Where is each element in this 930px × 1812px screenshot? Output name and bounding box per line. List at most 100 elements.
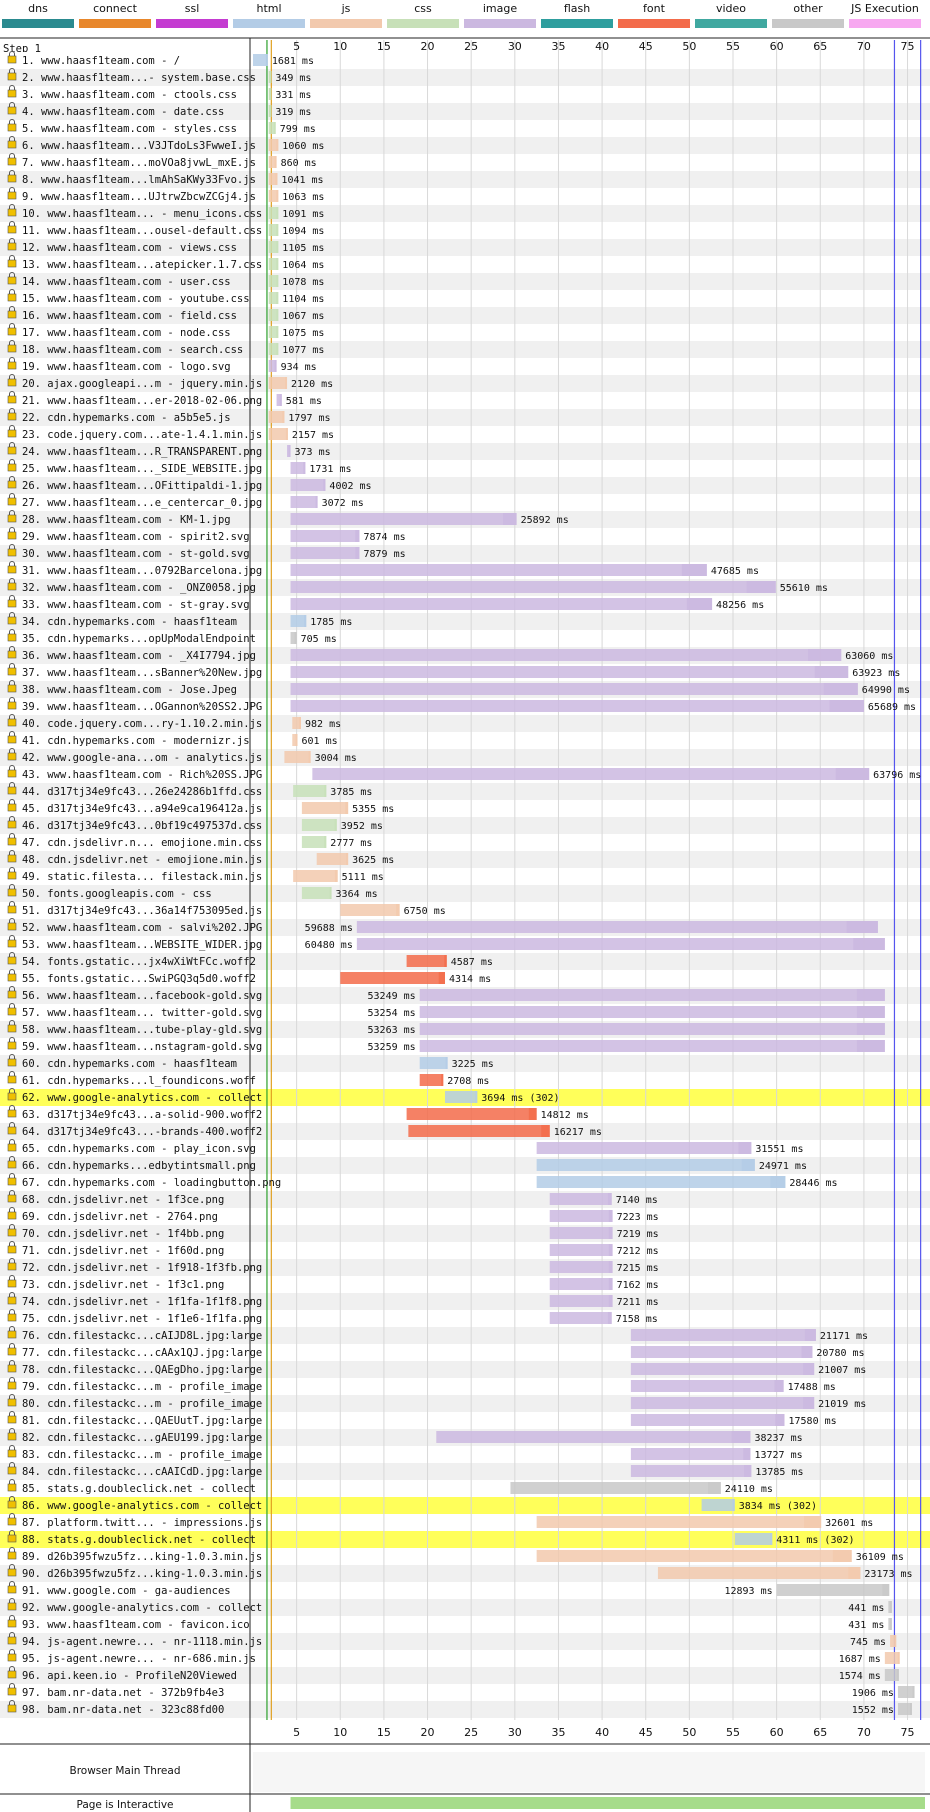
duration-label: 373 ms — [295, 447, 331, 458]
tick-label-top: 65 — [813, 40, 827, 53]
tick-label-top: 60 — [770, 40, 784, 53]
duration-label: 7211 ms — [617, 1297, 659, 1308]
tick-label-bottom: 55 — [726, 1726, 740, 1739]
request-bar-download — [856, 1006, 885, 1018]
request-bar — [897, 1703, 912, 1715]
duration-label: 1574 ms — [839, 1671, 881, 1682]
duration-label: 3225 ms — [452, 1059, 494, 1070]
request-label: 69. cdn.jsdelivr.net - 2764.png — [22, 1211, 218, 1223]
duration-label: 28446 ms — [789, 1178, 837, 1189]
request-label: 61. cdn.hypemarks...l_foundicons.woff — [22, 1075, 256, 1087]
request-bar-download — [308, 751, 311, 763]
request-bar — [630, 1465, 752, 1477]
tick-label-bottom: 50 — [682, 1726, 696, 1739]
request-bar — [884, 1669, 899, 1681]
request-bar-download — [304, 615, 307, 627]
duration-label: 31551 ms — [755, 1144, 803, 1155]
request-bar — [549, 1210, 613, 1222]
request-label: 97. bam.nr-data.net - 372b9fb4e3 — [22, 1687, 224, 1699]
request-bar — [316, 853, 349, 865]
request-bar-download — [273, 122, 276, 134]
main-thread-label: Browser Main Thread — [69, 1765, 180, 1777]
request-bar — [419, 989, 885, 1001]
duration-label: 7158 ms — [616, 1314, 658, 1325]
duration-label: 4587 ms — [451, 957, 493, 968]
tick-label-top: 40 — [595, 40, 609, 53]
tick-label-top: 55 — [726, 40, 740, 53]
request-label: 5. www.haasf1team.com - styles.css — [22, 123, 237, 135]
request-label: 44. d317tj34e9fc43...26e24286b1ffd.css — [22, 786, 262, 798]
request-label: 19. www.haasf1team.com - logo.svg — [22, 361, 231, 373]
duration-label: 1731 ms — [309, 464, 351, 475]
duration-label: 21171 ms — [820, 1331, 868, 1342]
request-bar-download — [775, 1414, 785, 1426]
request-bar-download — [503, 513, 517, 525]
request-label: 26. www.haasf1team...OFittipaldi-1.jpg — [22, 480, 262, 492]
request-bar-download — [746, 581, 776, 593]
request-label: 98. bam.nr-data.net - 323c88fd00 — [22, 1704, 224, 1716]
request-bar-download — [438, 972, 445, 984]
duration-label: 5355 ms — [352, 804, 394, 815]
request-label: 22. cdn.hypemarks.com - a5b5e5.js — [22, 412, 231, 424]
request-bar — [630, 1363, 815, 1375]
request-bar — [253, 54, 268, 66]
tick-label-bottom: 40 — [595, 1726, 609, 1739]
duration-label: 2708 ms — [447, 1076, 489, 1087]
request-bar — [268, 411, 285, 423]
request-bar — [445, 1091, 478, 1103]
request-bar-download — [856, 1040, 885, 1052]
tick-label-top: 50 — [682, 40, 696, 53]
tick-label-bottom: 20 — [421, 1726, 435, 1739]
request-label: 77. cdn.filestackc...cAAx1QJ.jpg:large — [22, 1347, 262, 1359]
request-bar — [549, 1312, 612, 1324]
request-bar — [884, 1652, 900, 1664]
request-bar-download — [323, 479, 326, 491]
duration-label: 3694 ms (302) — [481, 1093, 559, 1104]
request-label: 54. fonts.gstatic...jx4wXiWtFCc.woff2 — [22, 956, 256, 968]
request-label: 11. www.haasf1team...ousel-default.css — [22, 225, 262, 237]
request-label: 88. stats.g.doubleclick.net - collect — [22, 1534, 256, 1546]
request-bar-download — [909, 1703, 912, 1715]
duration-label: 3072 ms — [322, 498, 364, 509]
duration-label: 24971 ms — [759, 1161, 807, 1172]
duration-label: 4002 ms — [329, 481, 371, 492]
request-bar — [536, 1142, 752, 1154]
request-label: 67. cdn.hypemarks.com - loadingbutton.pn… — [22, 1177, 281, 1189]
request-bar-download — [276, 139, 279, 151]
request-bar — [290, 666, 849, 678]
request-label: 72. cdn.jsdelivr.net - 1f918-1f3fb.png — [22, 1262, 262, 1274]
request-bar-download — [823, 683, 858, 695]
request-bar-download — [295, 734, 298, 746]
request-bar-download — [804, 1329, 816, 1341]
duration-label: 4311 ms (302) — [776, 1535, 854, 1546]
waterfall-chart: Step_1 5510101515202025253030353540404545… — [0, 37, 930, 1812]
request-bar — [301, 802, 349, 814]
request-label: 35. cdn.hypemarks...opUpModalEndpoint — [22, 633, 256, 645]
tick-label-bottom: 5 — [293, 1726, 300, 1739]
request-bar-download — [285, 428, 288, 440]
tick-label-top: 10 — [333, 40, 347, 53]
request-label: 3. www.haasf1team.com - ctools.css — [22, 89, 237, 101]
duration-label: 1078 ms — [282, 277, 324, 288]
request-bar — [536, 1159, 755, 1171]
interactive-bar — [290, 1797, 925, 1809]
duration-label: 601 ms — [302, 736, 338, 747]
request-label: 25. www.haasf1team..._SIDE_WEBSITE.jpg — [22, 463, 262, 475]
duration-label: 7874 ms — [363, 532, 405, 543]
request-label: 89. d26b395fwzu5fz...king-1.0.3.min.js — [22, 1551, 262, 1563]
request-label: 83. cdn.filestackc...m - profile_image — [22, 1449, 262, 1461]
request-label: 85. stats.g.doubleclick.net - collect — [22, 1483, 256, 1495]
request-bar-download — [607, 1312, 612, 1324]
request-label: 79. cdn.filestackc...m - profile_image — [22, 1381, 262, 1393]
duration-label: 745 ms — [850, 1637, 886, 1648]
request-bar — [268, 428, 288, 440]
request-label: 49. static.filesta... filestack.min.js — [22, 871, 262, 883]
request-bar — [290, 496, 318, 508]
request-label: 95. js-agent.newre... - nr-686.min.js — [22, 1653, 256, 1665]
request-bar-download — [276, 190, 279, 202]
request-label: 15. www.haasf1team.com - youtube.css — [22, 293, 250, 305]
request-label: 7. www.haasf1team...moVOa8jvwL_mxE.js — [22, 157, 256, 169]
duration-label: 1906 ms — [852, 1688, 894, 1699]
request-bar-download — [324, 836, 327, 848]
request-label: 66. cdn.hypemarks...edbytintsmall.png — [22, 1160, 256, 1172]
